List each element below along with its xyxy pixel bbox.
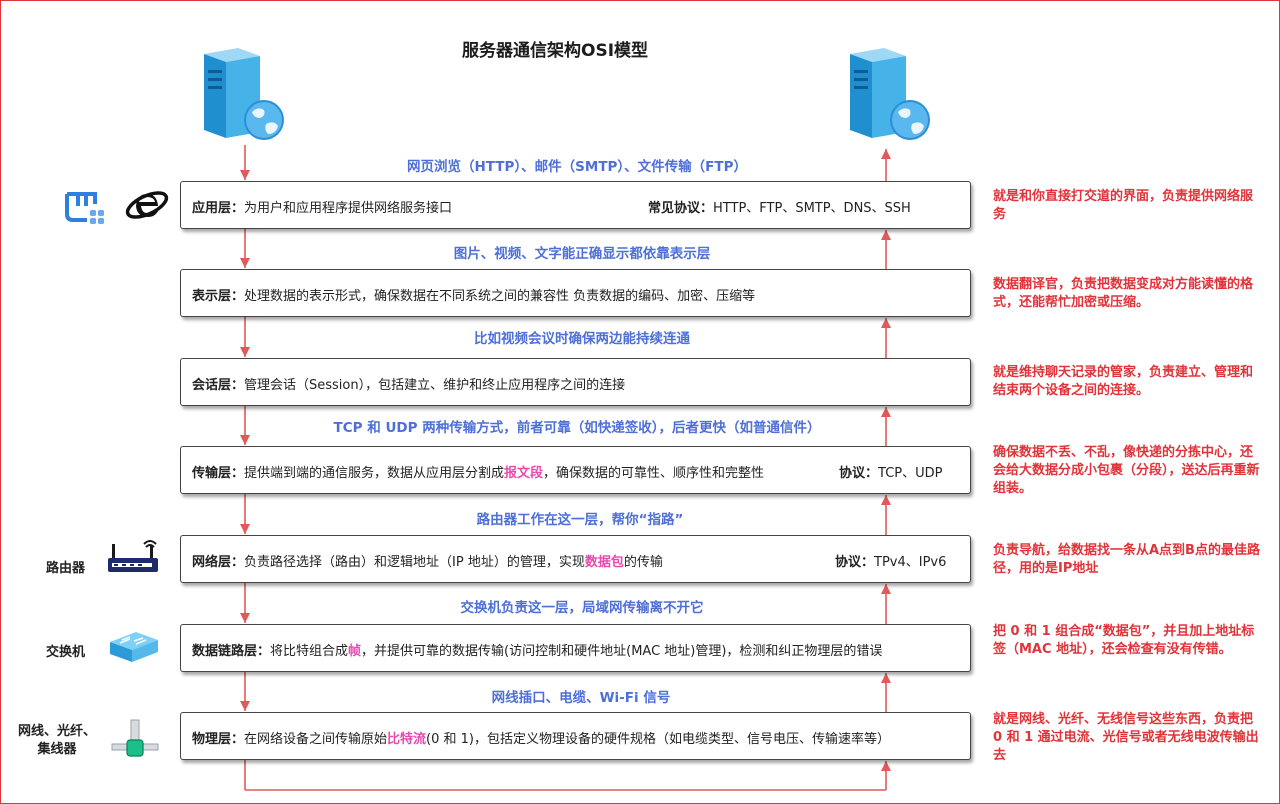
layer-note: 把 0 和 1 组合成“数据包”，并且加上地址标签（MAC 地址），还会检查有没… — [993, 624, 1255, 657]
up-arrowhead — [881, 230, 891, 240]
up-arrowhead — [881, 495, 891, 505]
layer-note: 就是维持聊天记录的管家，负责建立、管理和结束两个设备之间的连接。 — [993, 365, 1254, 398]
down-arrowhead — [240, 701, 250, 711]
layer-name: 表示层： — [192, 289, 245, 304]
cable-label: 网线、光纤、 集线器 — [18, 723, 96, 759]
layer-network: 网络层：负责路径选择（路由）和逻辑地址（IP 地址）的管理，实现数据包的传输 协… — [180, 535, 971, 583]
layer-application: 应用层：为用户和应用程序提供网络服务接口 常见协议：HTTP、FTP、SMTP、… — [180, 181, 971, 229]
layer-name: 物理层： — [192, 732, 245, 747]
layer-desc: 将比特组合成 — [270, 644, 349, 659]
protocol-caption: 图片、视频、文字能正确显示都依靠表示层 — [453, 246, 711, 262]
layer-note: 确保数据不丢、不乱，像快递的分拣中心，还会给大数据分成小包裹（分段），送达后再重… — [993, 445, 1260, 496]
protocol-list: TPv4、IPv6 — [874, 555, 947, 570]
up-arrowhead — [881, 149, 891, 159]
down-arrowhead — [240, 170, 250, 180]
up-arrowhead — [881, 673, 891, 683]
layer-session: 会话层：管理会话（Session），包括建立、维护和终止应用程序之间的连接 — [180, 358, 971, 406]
layer-desc-tail: ，确保数据的可靠性、顺序性和完整性 — [543, 466, 765, 481]
layer-name: 传输层： — [192, 466, 245, 481]
highlight-term: 数据包 — [584, 555, 624, 570]
cable-label-line2: 集线器 — [37, 742, 77, 757]
layer-note: 数据翻译官，负责把数据变成对方能读懂的格式，还能帮忙加密或压缩。 — [993, 277, 1254, 310]
layer-physical: 物理层：在网络设备之间传输原始比特流(0 和 1)，包括定义物理设备的硬件规格（… — [180, 712, 971, 760]
layer-name: 数据链路层： — [192, 644, 271, 659]
layer-desc: 处理数据的表示形式，确保数据在不同系统之间的兼容性 负责数据的编码、加密、压缩等 — [244, 289, 756, 304]
layer-desc-tail: ，并提供可靠的数据传输(访问控制和硬件地址(MAC 地址)管理)，检测和纠正物理… — [361, 644, 883, 659]
router-label: 路由器 — [46, 561, 86, 576]
protocol-caption: 网线插口、电缆、Wi-Fi 信号 — [491, 690, 671, 706]
layer-name: 网络层： — [192, 555, 245, 570]
up-arrowhead — [881, 407, 891, 417]
protocol-caption: 路由器工作在这一层，帮你“指路” — [476, 512, 684, 528]
protocol-caption: TCP 和 UDP 两种传输方式，前者可靠（如快递签收），后者更快（如普通信件） — [333, 420, 821, 436]
cable-hub-icon — [111, 719, 159, 757]
protocol-label: 协议： — [835, 555, 875, 570]
switch-icon — [110, 632, 158, 662]
down-arrowhead — [240, 435, 250, 445]
down-arrowhead — [240, 524, 250, 534]
layer-note: 就是网线、光纤、无线信号这些东西，负责把 0 和 1 通过电流、光信号或者无线电… — [993, 712, 1259, 763]
protocol-list: TCP、UDP — [878, 466, 943, 481]
layer-desc: 在网络设备之间传输原始 — [244, 732, 388, 747]
up-arrowhead — [881, 584, 891, 594]
layer-desc: 负责路径选择（路由）和逻辑地址（IP 地址）的管理，实现 — [244, 555, 585, 570]
highlight-term: 帧 — [348, 644, 362, 659]
down-arrowhead — [240, 347, 250, 357]
down-arrowhead — [240, 613, 250, 623]
protocol-label: 常见协议： — [648, 201, 714, 216]
switch-label: 交换机 — [46, 645, 86, 660]
layer-desc-tail: 的传输 — [623, 555, 663, 570]
layer-note: 就是和你直接打交道的界面，负责提供网络服务 — [993, 189, 1254, 222]
protocol-caption: 比如视频会议时确保两边能持续连通 — [474, 331, 690, 347]
layer-note: 负责导航，给数据找一条从A点到B点的最佳路径，用的是IP地址 — [993, 543, 1260, 576]
highlight-term: 报文段 — [504, 466, 544, 481]
up-arrowhead — [881, 761, 891, 771]
layer-transport: 传输层：提供端到端的通信服务，数据从应用层分割成报文段，确保数据的可靠性、顺序性… — [180, 446, 971, 494]
layer-name: 会话层： — [192, 378, 245, 393]
router-icon — [108, 540, 158, 572]
protocol-caption: 交换机负责这一层，局域网传输离不开它 — [460, 600, 704, 616]
down-arrowhead — [240, 258, 250, 268]
highlight-term: 比特流 — [387, 732, 427, 747]
protocol-list: HTTP、FTP、SMTP、DNS、SSH — [713, 201, 911, 216]
layer-presentation: 表示层：处理数据的表示形式，确保数据在不同系统之间的兼容性 负责数据的编码、加密… — [180, 269, 971, 317]
layer-data-link: 数据链路层：将比特组合成帧，并提供可靠的数据传输(访问控制和硬件地址(MAC 地… — [180, 624, 971, 672]
layer-desc: 管理会话（Session），包括建立、维护和终止应用程序之间的连接 — [244, 378, 626, 393]
cable-label-line1: 网线、光纤、 — [18, 724, 97, 739]
internet-explorer-icon — [125, 191, 169, 219]
protocol-label: 协议： — [839, 466, 879, 481]
up-arrowhead — [881, 318, 891, 328]
app-window-icon — [65, 192, 104, 224]
protocol-caption: 网页浏览（HTTP）、邮件（SMTP）、文件传输（FTP） — [406, 159, 748, 175]
layer-name: 应用层： — [192, 201, 245, 216]
layer-desc-tail: (0 和 1)，包括定义物理设备的硬件规格（如电缆类型、信号电压、传输速率等） — [426, 732, 890, 747]
layer-desc: 提供端到端的通信服务，数据从应用层分割成 — [244, 466, 505, 481]
layer-desc: 为用户和应用程序提供网络服务接口 — [244, 201, 453, 216]
